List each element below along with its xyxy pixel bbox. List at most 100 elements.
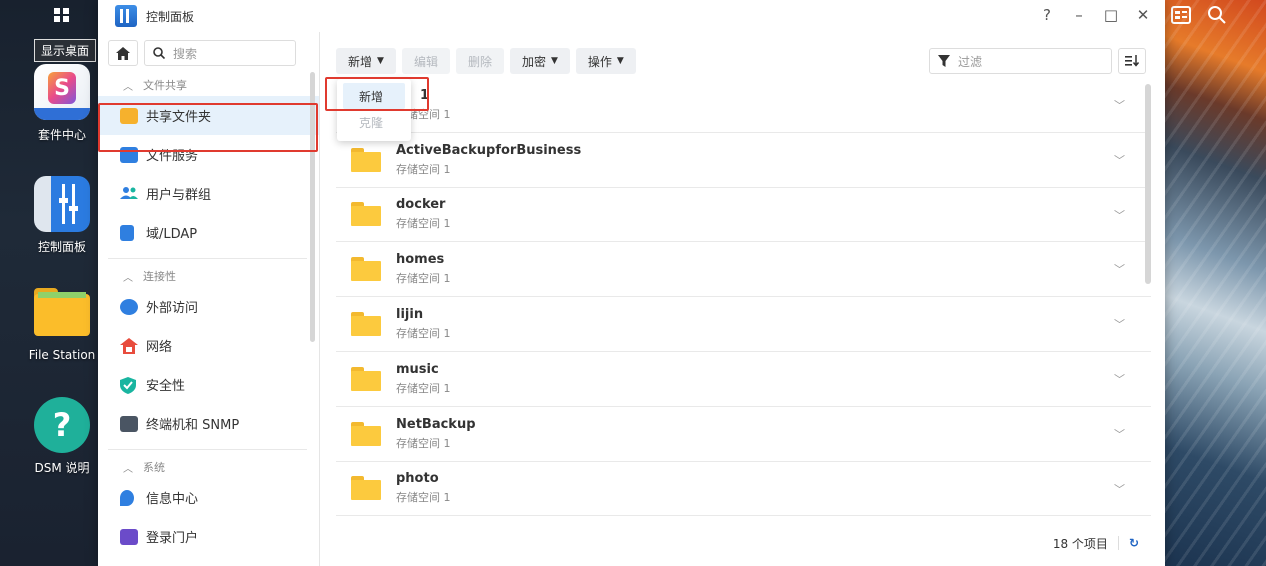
desktop-icon-file-station[interactable]: File Station <box>22 286 102 362</box>
desktop-icon-label: 控制面板 <box>37 240 86 254</box>
folder-name: music <box>396 361 439 377</box>
widgets-button[interactable] <box>1168 4 1194 26</box>
caret-down-icon: ▼ <box>550 56 558 66</box>
sidebar-group-label: 连接性 <box>143 270 176 283</box>
sidebar-item-domain-ldap[interactable]: 域/LDAP <box>98 213 319 252</box>
list-item[interactable]: ActiveBackupforBusiness 存储空间 1 ﹀ <box>336 133 1151 188</box>
list-item[interactable]: lijin 存储空间 1 ﹀ <box>336 297 1151 352</box>
sidebar-top: 搜索 <box>98 32 319 74</box>
help-button[interactable]: ? <box>1039 6 1055 24</box>
sidebar-group-connectivity[interactable]: ︿ 连接性 <box>98 265 319 287</box>
close-button[interactable]: ✕ <box>1135 6 1151 24</box>
list-footer: 18 个项目 ↻ <box>336 528 1151 558</box>
annotation-box-shared-folder <box>98 103 318 152</box>
desktop-icon-dsm-help[interactable]: ? DSM 说明 <box>22 397 102 476</box>
control-panel-window: 控制面板 ? – □ ✕ 搜索 ︿ 文件共享 共享文件夹 文件服务 用户与群组 … <box>98 0 1165 566</box>
chevron-up-icon: ︿ <box>123 272 133 284</box>
folder-volume: 存储空间 1 <box>396 272 451 286</box>
sidebar-item-user-group[interactable]: 用户与群组 <box>98 174 319 213</box>
search-input[interactable]: 搜索 <box>173 45 197 62</box>
chevron-down-icon[interactable]: ﹀ <box>1114 261 1125 277</box>
minimize-button[interactable]: – <box>1071 6 1087 24</box>
sidebar-item-terminal-snmp[interactable]: 终端机和 SNMP <box>98 404 319 443</box>
folder-volume: 存储空间 1 <box>396 491 451 505</box>
desktop-icon-package-center[interactable]: S 套件中心 <box>22 64 102 143</box>
list-item[interactable]: docker 存储空间 1 ﹀ <box>336 188 1151 243</box>
divider <box>108 449 307 450</box>
sidebar-group-file-sharing[interactable]: ︿ 文件共享 <box>98 74 319 96</box>
login-portal-icon <box>120 528 138 545</box>
chevron-down-icon[interactable]: ﹀ <box>1114 371 1125 387</box>
sort-button[interactable] <box>1118 48 1146 74</box>
create-button[interactable]: 新增 ▼ <box>336 48 396 74</box>
chevron-down-icon[interactable]: ﹀ <box>1114 316 1125 332</box>
folder-volume: 存储空间 1 <box>396 217 451 231</box>
sidebar-item-label: 安全性 <box>146 379 186 394</box>
list-item[interactable]: music 存储空间 1 ﹀ <box>336 352 1151 407</box>
folder-icon <box>351 366 381 391</box>
network-icon <box>120 337 138 354</box>
filter-input[interactable]: 过滤 <box>958 53 982 70</box>
info-icon <box>120 489 134 506</box>
sidebar-item-label: 信息中心 <box>146 492 199 507</box>
sidebar-group-label: 文件共享 <box>143 79 187 92</box>
desktop-icon-label: File Station <box>28 348 96 362</box>
list-item[interactable]: 1 存储空间 1 ﹀ <box>336 78 1151 133</box>
create-button-label: 新增 <box>348 54 373 69</box>
refresh-icon[interactable]: ↻ <box>1117 536 1139 550</box>
window-controls: ? – □ ✕ <box>1039 6 1151 24</box>
desktop-icon-label: DSM 说明 <box>34 461 90 475</box>
grid-icon <box>54 8 69 22</box>
list-item[interactable]: photo 存储空间 1 ﹀ <box>336 462 1151 517</box>
sidebar-item-external-access[interactable]: 外部访问 <box>98 287 319 326</box>
sidebar-item-label: 用户与群组 <box>146 188 212 203</box>
sidebar-item-label: 外部访问 <box>146 301 199 316</box>
chevron-down-icon[interactable]: ﹀ <box>1114 97 1125 113</box>
home-icon <box>116 46 130 60</box>
folder-icon <box>351 202 381 227</box>
chevron-down-icon[interactable]: ﹀ <box>1114 481 1125 497</box>
item-count: 18 个项目 <box>1052 536 1108 551</box>
chevron-down-icon[interactable]: ﹀ <box>1114 152 1125 168</box>
delete-button[interactable]: 删除 <box>455 48 504 74</box>
sidebar-item-security[interactable]: 安全性 <box>98 365 319 404</box>
external-access-icon <box>120 298 138 315</box>
home-button[interactable] <box>108 40 138 66</box>
window-titlebar[interactable]: 控制面板 <box>98 0 1165 32</box>
sidebar-group-label: 系统 <box>143 461 165 474</box>
list-item[interactable]: homes 存储空间 1 ﹀ <box>336 242 1151 298</box>
users-icon <box>120 186 138 202</box>
sidebar-item-login-portal[interactable]: 登录门户 <box>98 517 319 556</box>
edit-button[interactable]: 编辑 <box>401 48 450 74</box>
filter-icon <box>938 55 950 67</box>
divider <box>108 258 307 259</box>
encrypt-button-label: 加密 <box>521 54 546 69</box>
filter-field[interactable]: 过滤 <box>929 48 1112 74</box>
sidebar-item-network[interactable]: 网络 <box>98 326 319 365</box>
sidebar-item-info-center[interactable]: 信息中心 <box>98 478 319 517</box>
folder-name: ActiveBackupforBusiness <box>396 142 582 158</box>
shared-folder-list: 1 存储空间 1 ﹀ ActiveBackupforBusiness 存储空间 1 … <box>336 78 1151 517</box>
menu-item-clone[interactable]: 克隆 <box>343 109 405 135</box>
chevron-down-icon[interactable]: ﹀ <box>1114 207 1125 223</box>
control-panel-icon <box>115 5 137 27</box>
list-item[interactable]: NetBackup 存储空间 1 ﹀ <box>336 407 1151 462</box>
caret-down-icon: ▼ <box>616 56 624 66</box>
folder-icon <box>351 476 381 501</box>
show-desktop-button[interactable] <box>40 0 84 30</box>
sidebar-group-system[interactable]: ︿ 系统 <box>98 456 319 478</box>
search-button[interactable] <box>1204 4 1230 26</box>
package-center-icon: S <box>34 64 90 120</box>
folder-name: docker <box>396 197 446 213</box>
action-button[interactable]: 操作 ▼ <box>575 48 636 74</box>
maximize-button[interactable]: □ <box>1103 6 1119 24</box>
annotation-box-create <box>325 77 429 111</box>
sidebar-item-label: 网络 <box>146 340 173 355</box>
chevron-down-icon[interactable]: ﹀ <box>1114 426 1125 442</box>
sidebar-search[interactable]: 搜索 <box>144 40 296 66</box>
list-scrollbar[interactable] <box>1145 84 1151 284</box>
desktop-icon-control-panel[interactable]: 控制面板 <box>22 176 102 255</box>
folder-name: NetBackup <box>396 416 476 432</box>
encrypt-button[interactable]: 加密 ▼ <box>509 48 570 74</box>
help-icon: ? <box>34 397 90 453</box>
